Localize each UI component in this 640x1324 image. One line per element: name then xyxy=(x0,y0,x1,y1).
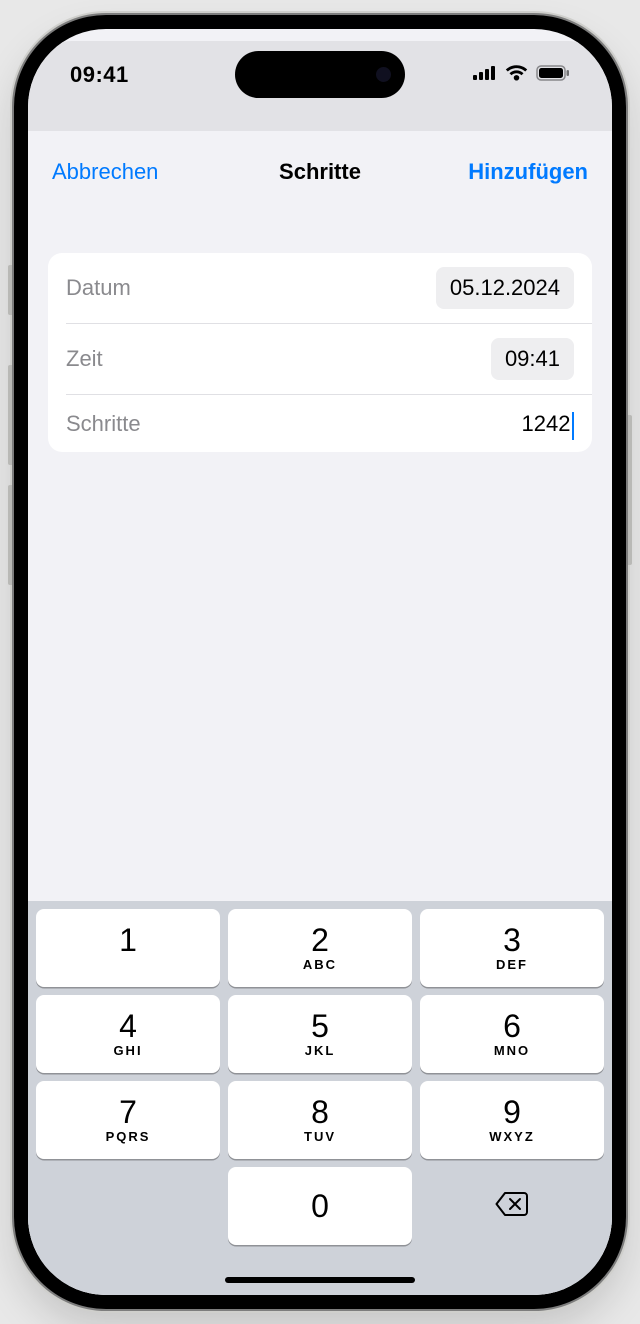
text-caret xyxy=(572,412,575,440)
keypad-3[interactable]: 3DEF xyxy=(420,909,604,987)
steps-input[interactable]: 1242 xyxy=(522,410,574,438)
time-value[interactable]: 09:41 xyxy=(491,338,574,380)
wifi-icon xyxy=(505,65,528,86)
home-indicator[interactable] xyxy=(225,1277,415,1283)
dynamic-island xyxy=(235,51,405,98)
keypad-2[interactable]: 2ABC xyxy=(228,909,412,987)
steps-label: Schritte xyxy=(66,411,141,437)
time-label: Zeit xyxy=(66,346,103,372)
keypad-4[interactable]: 4GHI xyxy=(36,995,220,1073)
keypad-delete[interactable] xyxy=(420,1167,604,1245)
date-value[interactable]: 05.12.2024 xyxy=(436,267,574,309)
keypad-blank xyxy=(36,1167,220,1245)
date-label: Datum xyxy=(66,275,131,301)
keypad-0[interactable]: 0 xyxy=(228,1167,412,1245)
cancel-button[interactable]: Abbrechen xyxy=(52,159,202,185)
backspace-icon xyxy=(495,1191,529,1222)
date-row[interactable]: Datum 05.12.2024 xyxy=(48,253,592,323)
form-group: Datum 05.12.2024 Zeit 09:41 Schritte 124… xyxy=(48,253,592,452)
numeric-keypad: 1 2ABC 3DEF 4GHI 5JKL 6MNO 7PQRS 8TUV 9W… xyxy=(28,901,612,1295)
keypad-7[interactable]: 7PQRS xyxy=(36,1081,220,1159)
nav-bar: Abbrechen Schritte Hinzufügen xyxy=(28,139,612,201)
time-row[interactable]: Zeit 09:41 xyxy=(66,323,592,394)
keypad-1[interactable]: 1 xyxy=(36,909,220,987)
modal-sheet: Abbrechen Schritte Hinzufügen Datum 05.1… xyxy=(28,139,612,1295)
cellular-icon xyxy=(473,65,497,85)
page-title: Schritte xyxy=(202,159,438,185)
keypad-6[interactable]: 6MNO xyxy=(420,995,604,1073)
battery-icon xyxy=(536,65,570,86)
keypad-5[interactable]: 5JKL xyxy=(228,995,412,1073)
add-button[interactable]: Hinzufügen xyxy=(438,159,588,185)
keypad-9[interactable]: 9WXYZ xyxy=(420,1081,604,1159)
status-time: 09:41 xyxy=(70,62,129,88)
keypad-8[interactable]: 8TUV xyxy=(228,1081,412,1159)
device-frame: 09:41 Abbrechen Schritte xyxy=(14,15,626,1309)
steps-row[interactable]: Schritte 1242 xyxy=(66,394,592,452)
